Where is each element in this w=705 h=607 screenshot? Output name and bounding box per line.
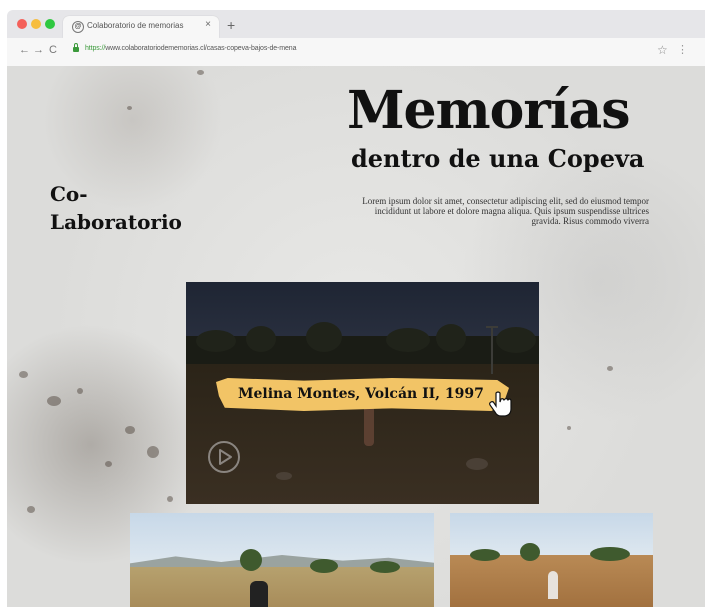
browser-window: @ Colaboratorio de memorias × + ← → C ht… <box>7 10 705 67</box>
texture-speck <box>125 426 135 434</box>
texture-speck <box>77 388 83 394</box>
video-thumbnail[interactable] <box>130 513 434 607</box>
forward-button[interactable]: → <box>33 44 44 56</box>
hero-video[interactable]: Melina Montes, Volcán II, 1997 <box>186 282 539 504</box>
rock <box>466 458 488 470</box>
tree <box>246 326 276 352</box>
texture-speck <box>147 446 159 458</box>
texture-speck <box>19 371 28 378</box>
tree <box>370 561 400 573</box>
thumb-person <box>548 571 558 599</box>
url-scheme: https:// <box>85 45 106 52</box>
tree <box>436 324 466 352</box>
intro-text: Lorem ipsum dolor sit amet, consectetur … <box>362 196 649 226</box>
url-path: www.colaboratoriodememorias.cl/casas-cop… <box>105 45 297 52</box>
address-bar: ← → C https://www.colaboratoriodememoria… <box>7 38 705 67</box>
close-window-button[interactable] <box>17 19 27 29</box>
tree <box>196 330 236 352</box>
texture-speck <box>27 506 35 513</box>
caption-text[interactable]: Melina Montes, Volcán II, 1997 <box>238 386 484 402</box>
thumb-ground <box>130 567 434 607</box>
texture-speck <box>167 496 173 502</box>
site-logo[interactable]: Co- Laboratorio <box>50 180 200 236</box>
tree <box>306 322 342 352</box>
bookmark-star-icon[interactable]: ☆ <box>657 43 668 57</box>
tab-close-button[interactable]: × <box>205 19 211 30</box>
tab-bar: @ Colaboratorio de memorias × + <box>7 10 705 38</box>
pointer-hand-icon <box>489 391 512 417</box>
back-button[interactable]: ← <box>19 44 30 56</box>
rock <box>276 472 292 480</box>
page-content: Memorías dentro de una Copeva Lorem ipsu… <box>7 66 705 607</box>
browser-tab[interactable]: @ Colaboratorio de memorias × <box>63 16 219 38</box>
texture-speck <box>607 366 613 371</box>
tree <box>496 327 536 353</box>
texture-speck <box>567 426 571 430</box>
maximize-window-button[interactable] <box>45 19 55 29</box>
tree <box>240 549 262 571</box>
url-field[interactable]: https://www.colaboratoriodememorias.cl/c… <box>85 45 296 52</box>
utility-pole <box>486 326 498 374</box>
thumb-person <box>250 581 268 607</box>
tree <box>310 559 338 573</box>
brand-line-1: Co- <box>50 182 88 206</box>
tree <box>386 328 430 352</box>
play-icon[interactable] <box>207 440 241 474</box>
favicon-icon: @ <box>72 21 84 33</box>
menu-icon[interactable]: ⋮ <box>677 43 688 56</box>
page-subtitle: dentro de una Copeva <box>351 144 645 173</box>
texture-speck <box>197 70 204 75</box>
tree <box>590 547 630 561</box>
video-treeline <box>186 322 539 366</box>
lock-icon <box>73 43 79 52</box>
tree <box>520 543 540 561</box>
new-tab-button[interactable]: + <box>227 17 235 33</box>
tab-title: Colaboratorio de memorias <box>87 21 184 30</box>
video-thumbnail[interactable] <box>450 513 653 607</box>
tree <box>470 549 500 561</box>
reload-button[interactable]: C <box>49 44 57 56</box>
brand-line-2: Laboratorio <box>50 210 182 234</box>
minimize-window-button[interactable] <box>31 19 41 29</box>
page-title: Memorías <box>347 80 630 141</box>
texture-speck <box>47 396 61 406</box>
texture-speck <box>105 461 112 467</box>
texture-speck <box>127 106 132 110</box>
